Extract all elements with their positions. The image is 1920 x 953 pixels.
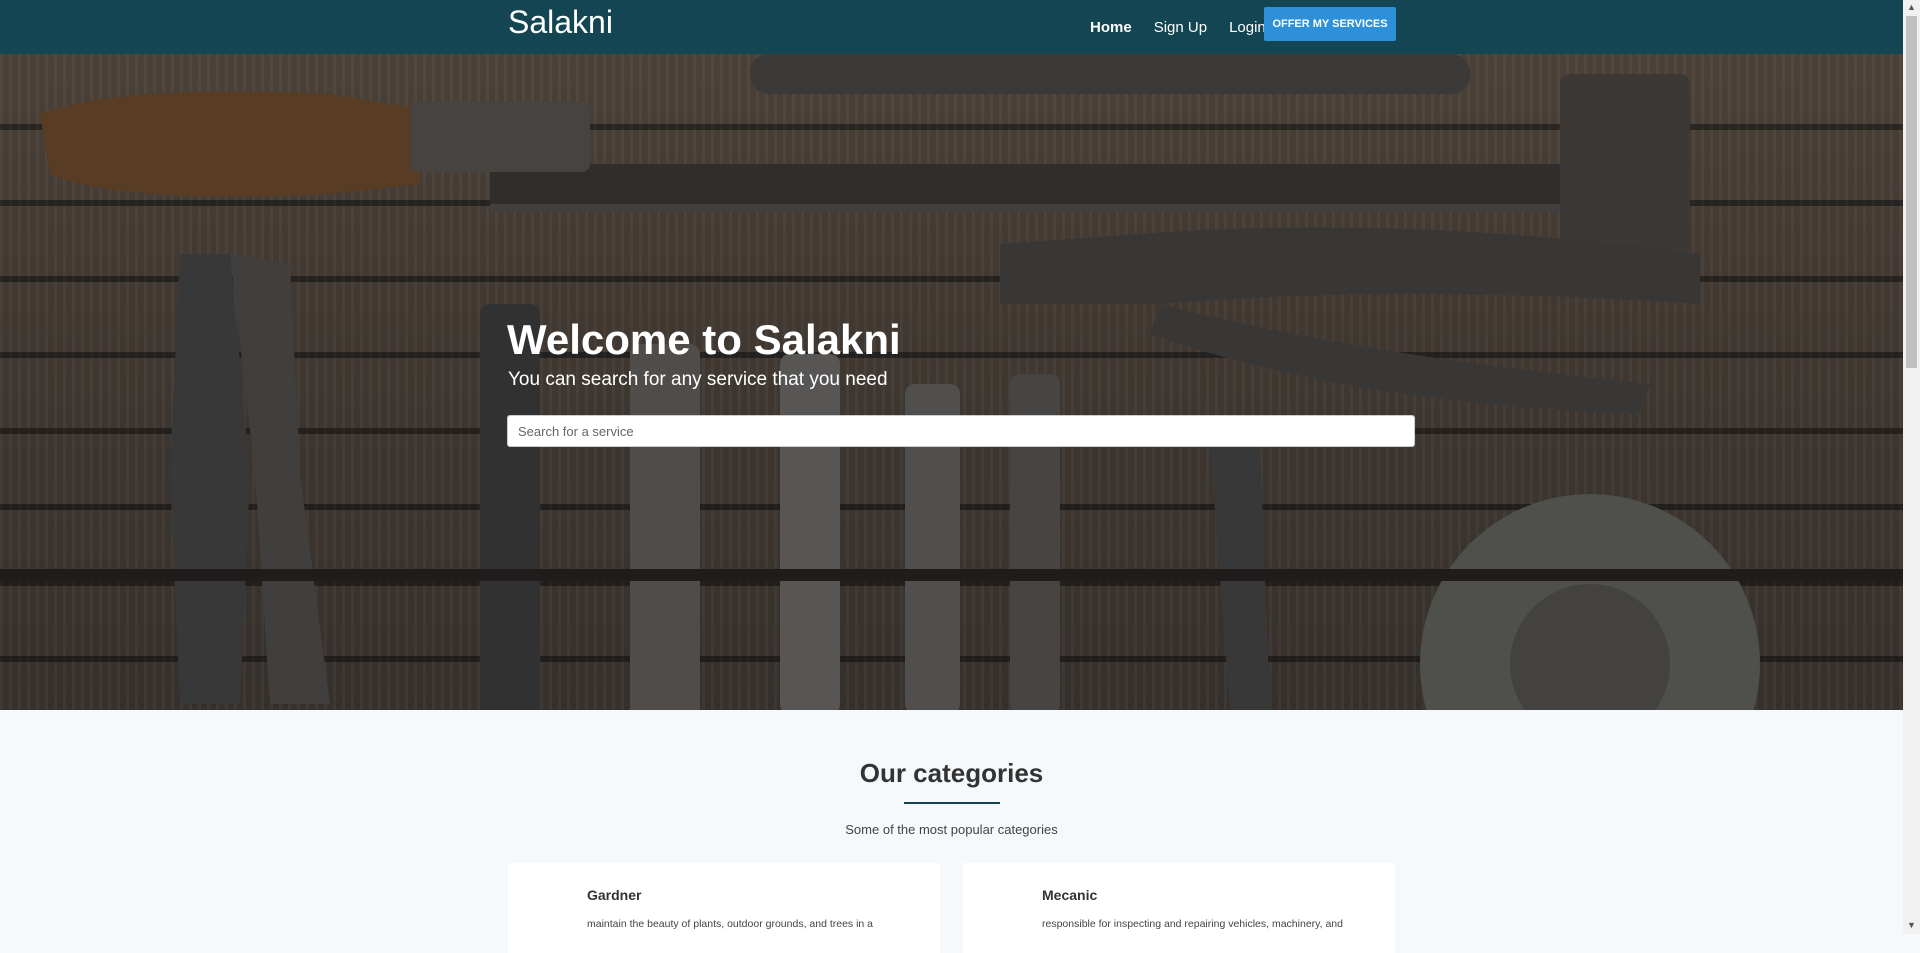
nav-home-link[interactable]: Home <box>1090 19 1132 36</box>
category-name: Mecanic <box>1042 887 1098 903</box>
category-description: responsible for inspecting and repairing… <box>1042 918 1343 930</box>
category-description: maintain the beauty of plants, outdoor g… <box>587 918 874 930</box>
category-card-mecanic[interactable]: Mecanic responsible for inspecting and r… <box>963 863 1395 953</box>
top-navbar: Salakni Home Sign Up Login OFFER MY SERV… <box>0 0 1903 54</box>
categories-subtitle: Some of the most popular categories <box>845 822 1058 837</box>
scroll-down-arrow-icon[interactable]: ▼ <box>1907 920 1916 930</box>
category-name: Gardner <box>587 887 642 903</box>
category-card-gardner[interactable]: Gardner maintain the beauty of plants, o… <box>508 863 940 953</box>
hero-section <box>0 54 1903 710</box>
categories-title: Our categories <box>859 758 1044 788</box>
hero-title: Welcome to Salakni <box>507 316 901 363</box>
hero-dark-overlay <box>0 54 1903 710</box>
categories-divider <box>904 802 1000 804</box>
service-search-input[interactable] <box>507 415 1415 447</box>
brand-logo[interactable]: Salakni <box>508 4 613 41</box>
offer-services-button[interactable]: OFFER MY SERVICES <box>1264 7 1396 41</box>
nav-signup-link[interactable]: Sign Up <box>1154 19 1207 36</box>
page-scrollbar[interactable]: ▲ ▼ <box>1903 0 1920 934</box>
nav-links: Home Sign Up Login <box>1090 0 1288 54</box>
hero-subtitle: You can search for any service that you … <box>508 369 888 390</box>
scrollbar-thumb[interactable] <box>1906 16 1917 368</box>
scroll-up-arrow-icon[interactable]: ▲ <box>1907 2 1916 12</box>
nav-login-link[interactable]: Login <box>1229 19 1266 36</box>
